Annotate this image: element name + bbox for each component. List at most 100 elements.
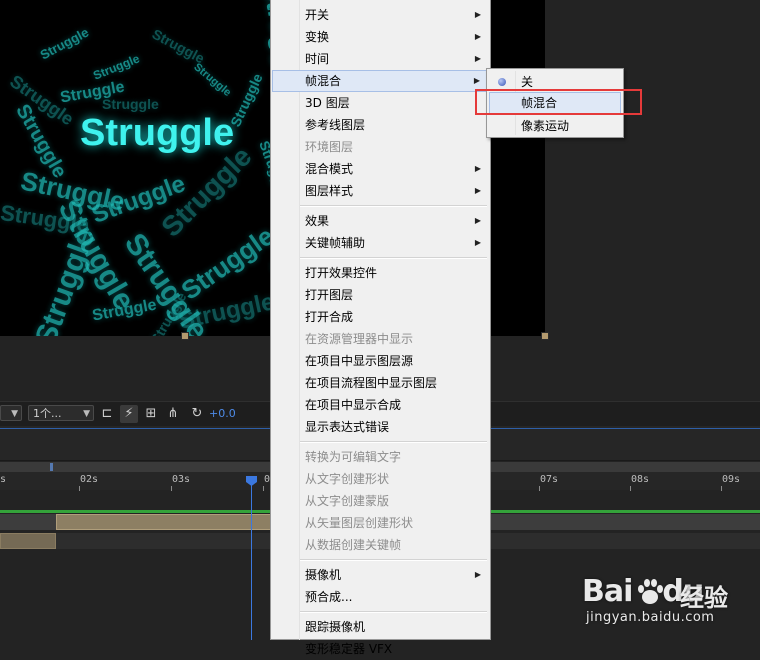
- timeline-icon[interactable]: ⊞: [142, 405, 160, 423]
- menu-item[interactable]: 打开合成: [272, 306, 489, 328]
- menu-item-label: 转换为可编辑文字: [305, 450, 402, 464]
- menu-item[interactable]: 打开图层: [272, 284, 489, 306]
- ruler-tick: s: [0, 474, 7, 485]
- watermark-logo-text: Bai: [582, 574, 633, 609]
- background-struggle-text: Struggle: [149, 25, 208, 67]
- transform-handle-bottom-right[interactable]: [541, 332, 549, 340]
- menu-item: 转换为可编辑文字: [272, 446, 489, 468]
- menu-item[interactable]: 跟踪摄像机: [272, 616, 489, 638]
- view-layout-value: 1个...: [33, 407, 62, 420]
- ruler-tick: 08s: [629, 474, 650, 491]
- menu-item-label: 显示表达式错误: [305, 420, 390, 434]
- menu-item-label: 开关: [305, 8, 330, 22]
- menu-item[interactable]: 打开效果控件: [272, 262, 489, 284]
- menu-item[interactable]: 参考线图层: [272, 114, 489, 136]
- menu-item-label: 参考线图层: [305, 118, 366, 132]
- submenu-arrow-icon: ▶: [474, 10, 481, 19]
- menu-item[interactable]: 关键帧辅助 ▶: [272, 232, 489, 254]
- background-struggle-text: Struggle: [37, 24, 92, 63]
- baidu-jingyan-watermark: Bai du 经验 jingyan.baidu.com: [582, 574, 760, 640]
- menu-item-label: 帧混合: [305, 74, 342, 88]
- menu-item[interactable]: 摄像机 ▶: [272, 564, 489, 586]
- submenu-arrow-icon: ▶: [474, 32, 481, 41]
- fast-preview-icon[interactable]: ⚡: [120, 405, 138, 423]
- menu-item: 从矢量图层创建形状: [272, 512, 489, 534]
- chevron-down-icon: ▼: [11, 409, 18, 419]
- menu-item[interactable]: 预合成...: [272, 586, 489, 608]
- menu-item-label: 打开效果控件: [305, 266, 378, 280]
- annotation-highlight-box: [475, 89, 642, 115]
- submenu-item-pixel-motion[interactable]: 像素运动: [489, 115, 621, 137]
- menu-item-label: 在资源管理器中显示: [305, 332, 414, 346]
- menu-item[interactable]: 时间 ▶: [272, 48, 489, 70]
- menu-item: 从数据创建关键帧: [272, 534, 489, 556]
- menu-item-label: 从数据创建关键帧: [305, 538, 402, 552]
- exposure-offset[interactable]: +0.0: [209, 406, 236, 422]
- reset-exposure-icon[interactable]: ↻: [188, 405, 206, 423]
- watermark-url: jingyan.baidu.com: [586, 610, 715, 625]
- submenu-arrow-icon: ▶: [474, 570, 481, 579]
- menu-item[interactable]: 在项目中显示图层源: [272, 350, 489, 372]
- menu-item-label: 变形稳定器 VFX: [305, 642, 393, 656]
- ruler-tick: 07s: [538, 474, 559, 491]
- ruler-tick: 03s: [170, 474, 191, 491]
- radio-selected-icon: [498, 78, 506, 86]
- menu-item-label: 从矢量图层创建形状: [305, 516, 414, 530]
- menu-item-label: 效果: [305, 214, 330, 228]
- menu-item-label: 时间: [305, 52, 330, 66]
- flowchart-icon[interactable]: ⋔: [164, 405, 182, 423]
- menu-item-label: 预合成...: [305, 590, 353, 604]
- menu-item-label: 关键帧辅助: [305, 236, 366, 250]
- menu-item-label: 从文字创建形状: [305, 472, 390, 486]
- layer-duration-bar[interactable]: [56, 514, 276, 530]
- menu-item[interactable]: 3D 图层: [272, 92, 489, 114]
- playhead-line: [251, 484, 252, 640]
- menu-item-label: 3D 图层: [305, 96, 350, 110]
- layer-context-menu: 开关 ▶ 变换 ▶ 时间 ▶ 帧混合 ▶ 3D 图层 参考线图层 环境图层 混合模式 ▶ 图层样式 ▶ 效果 ▶…: [270, 0, 491, 656]
- chevron-down-icon: ▼: [83, 409, 90, 419]
- menu-item-label: 图层样式: [305, 184, 354, 198]
- menu-item[interactable]: 图层样式 ▶: [272, 180, 489, 202]
- menu-separator: [300, 205, 487, 207]
- menu-separator: [300, 441, 487, 443]
- featured-struggle-text: Struggle: [80, 112, 235, 154]
- menu-separator: [300, 559, 487, 561]
- menu-item-label: 环境图层: [305, 140, 354, 154]
- work-area-start-marker[interactable]: [50, 463, 53, 471]
- menu-item-label: 变换: [305, 30, 330, 44]
- submenu-arrow-icon: ▶: [474, 216, 481, 225]
- menu-item[interactable]: 变形稳定器 VFX: [272, 638, 489, 660]
- resolution-dropdown[interactable]: ▼: [0, 405, 22, 421]
- layer-duration-bar[interactable]: [0, 533, 56, 549]
- menu-item[interactable]: 开关 ▶: [272, 4, 489, 26]
- menu-item: 从文字创建形状: [272, 468, 489, 490]
- menu-separator: [300, 611, 487, 613]
- view-layout-dropdown[interactable]: 1个... ▼: [28, 405, 94, 421]
- submenu-item-label: 关: [521, 75, 534, 89]
- menu-item-label: 打开合成: [305, 310, 354, 324]
- submenu-arrow-icon: ▶: [474, 186, 481, 195]
- menu-item-label: 在项目中显示图层源: [305, 354, 414, 368]
- background-struggle-text: Struggle: [91, 51, 142, 83]
- menu-item[interactable]: 变换 ▶: [272, 26, 489, 48]
- menu-item[interactable]: 在项目流程图中显示图层: [272, 372, 489, 394]
- menu-item[interactable]: 显示表达式错误: [272, 416, 489, 438]
- menu-item[interactable]: 效果 ▶: [272, 210, 489, 232]
- toggle-pixel-aspect-icon[interactable]: ⊏: [98, 405, 116, 423]
- menu-item-label: 跟踪摄像机: [305, 620, 366, 634]
- ruler-tick: 02s: [78, 474, 99, 491]
- menu-separator: [300, 257, 487, 259]
- menu-item: 从文字创建蒙版: [272, 490, 489, 512]
- submenu-arrow-icon: ▶: [473, 76, 480, 85]
- menu-item[interactable]: 在项目中显示合成: [272, 394, 489, 416]
- menu-item: 在资源管理器中显示: [272, 328, 489, 350]
- paw-icon: [638, 579, 663, 604]
- ruler-tick: 09s: [720, 474, 741, 491]
- menu-item[interactable]: 混合模式 ▶: [272, 158, 489, 180]
- menu-item: 环境图层: [272, 136, 489, 158]
- transform-handle-bottom-left[interactable]: [181, 332, 189, 340]
- background-struggle-text: Struggle: [191, 61, 234, 99]
- menu-item-label: 打开图层: [305, 288, 354, 302]
- menu-item-label: 在项目流程图中显示图层: [305, 376, 438, 390]
- menu-item[interactable]: 帧混合 ▶: [272, 70, 489, 92]
